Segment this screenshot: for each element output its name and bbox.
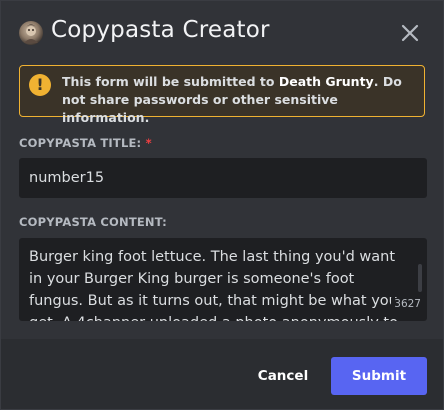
copypasta-modal: Copypasta Creator ! This form will be su…: [0, 0, 444, 410]
close-icon[interactable]: [399, 22, 421, 44]
notice-text-before: This form will be submitted to: [62, 74, 279, 89]
submit-button[interactable]: Submit: [331, 357, 427, 395]
title-input[interactable]: number15: [19, 158, 427, 198]
title-label: COPYPASTA TITLE: *: [19, 136, 152, 150]
content-text[interactable]: Burger king foot lettuce. The last thing…: [29, 246, 404, 321]
content-label: COPYPASTA CONTENT:: [19, 215, 167, 229]
cancel-button[interactable]: Cancel: [247, 357, 319, 395]
notice-target: Death Grunty: [278, 74, 374, 89]
modal-header: Copypasta Creator: [1, 1, 443, 61]
char-count: 3627: [391, 298, 421, 310]
title-label-text: COPYPASTA TITLE:: [19, 136, 142, 150]
content-textarea[interactable]: Burger king foot lettuce. The last thing…: [19, 238, 427, 321]
warning-icon-glyph: !: [36, 75, 44, 94]
content-scrollbar[interactable]: [418, 264, 422, 292]
warning-icon: !: [29, 74, 51, 96]
modal-footer: Cancel Submit: [1, 339, 443, 409]
required-marker: *: [145, 136, 152, 150]
bot-avatar-icon: [19, 21, 43, 45]
warning-notice: ! This form will be submitted to Death G…: [19, 65, 425, 125]
notice-text: This form will be submitted to Death Gru…: [62, 73, 418, 127]
modal-title: Copypasta Creator: [51, 17, 270, 43]
